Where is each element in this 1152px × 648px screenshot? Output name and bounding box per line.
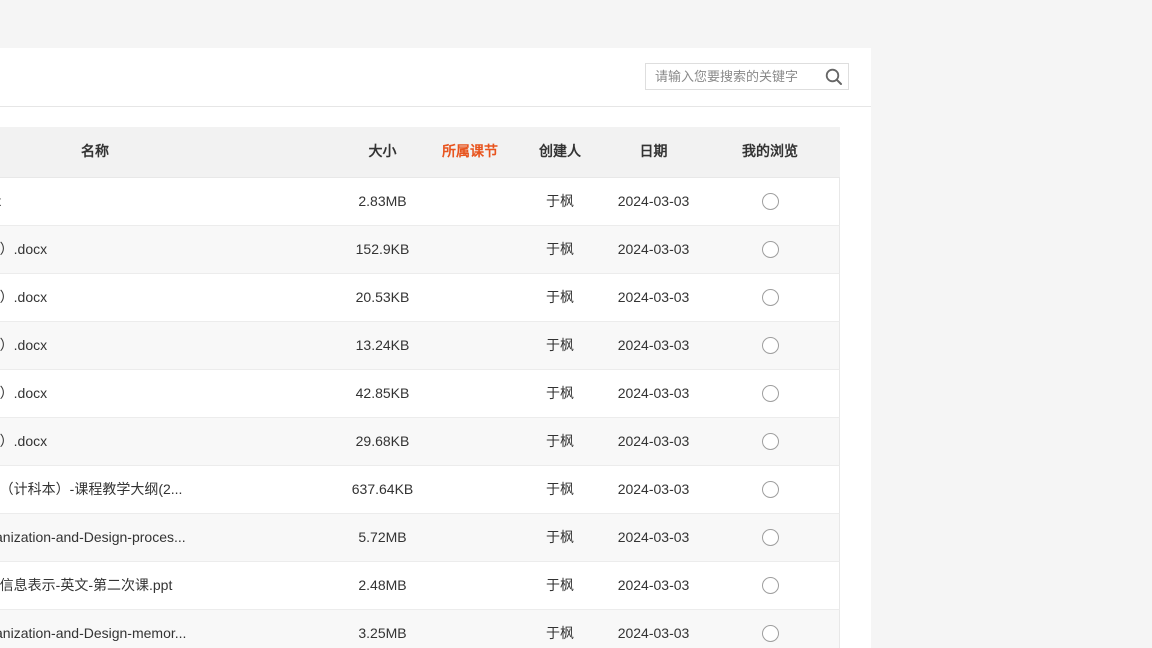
- file-name[interactable]: ...原理（计科本）-课程教学大纲(2...: [0, 466, 205, 514]
- view-radio[interactable]: [761, 576, 779, 594]
- file-lesson: [430, 562, 510, 610]
- view-cell: [720, 466, 820, 514]
- file-name[interactable]: ...docx: [0, 178, 205, 226]
- view-radio[interactable]: [761, 480, 779, 498]
- table-row: ...docx 2.83MB 于枫 2024-03-03: [0, 178, 840, 226]
- file-size: 2.83MB: [358, 193, 407, 209]
- table-row: ...整版）.docx 42.85KB 于枫 2024-03-03: [0, 370, 840, 418]
- column-header-date[interactable]: 日期: [600, 127, 707, 177]
- file-lesson: [430, 322, 510, 370]
- file-size: 29.68KB: [355, 433, 410, 449]
- file-name[interactable]: ...整版）.docx: [0, 418, 205, 466]
- file-creator: 于枫: [546, 289, 574, 305]
- column-header-size[interactable]: 大小: [335, 127, 430, 177]
- file-creator: 于枫: [546, 433, 574, 449]
- file-lesson: [430, 418, 510, 466]
- file-creator: 于枫: [546, 337, 574, 353]
- file-lesson: [430, 610, 510, 648]
- file-creator: 于枫: [546, 241, 574, 257]
- file-lesson: [430, 514, 510, 562]
- file-date: 2024-03-03: [617, 385, 690, 401]
- view-radio[interactable]: [761, 240, 779, 258]
- file-date: 2024-03-03: [617, 433, 690, 449]
- file-size: 152.9KB: [355, 241, 410, 257]
- search-box: [645, 63, 849, 90]
- file-size: 20.53KB: [355, 289, 410, 305]
- view-cell: [720, 274, 820, 322]
- view-radio[interactable]: [761, 624, 779, 642]
- file-date: 2024-03-03: [617, 289, 690, 305]
- file-creator: 于枫: [546, 625, 574, 641]
- file-date: 2024-03-03: [617, 481, 690, 497]
- file-size: 13.24KB: [355, 337, 410, 353]
- file-date: 2024-03-03: [617, 625, 690, 641]
- file-name[interactable]: ...整版）.docx: [0, 370, 205, 418]
- file-creator: 于枫: [546, 385, 574, 401]
- file-list-panel: 名称 大小 所属课节 创建人 日期 我的浏览 ...docx 2.83MB 于枫 20…: [0, 48, 871, 648]
- table-row: ...机的信息表示-英文-第二次课.ppt 2.48MB 于枫 2024-03-03: [0, 562, 840, 610]
- view-cell: [720, 562, 820, 610]
- view-cell: [720, 514, 820, 562]
- file-creator: 于枫: [546, 577, 574, 593]
- file-creator: 于枫: [546, 481, 574, 497]
- file-size: 637.64KB: [351, 481, 414, 497]
- table-row: ...整版）.docx 20.53KB 于枫 2024-03-03: [0, 274, 840, 322]
- file-name[interactable]: ...Organization-and-Design-proces...: [0, 514, 205, 562]
- column-header-lesson[interactable]: 所属课节: [430, 127, 510, 177]
- file-size: 42.85KB: [355, 385, 410, 401]
- file-date: 2024-03-03: [617, 241, 690, 257]
- file-name[interactable]: ...整版）.docx: [0, 226, 205, 274]
- view-cell: [720, 226, 820, 274]
- file-date: 2024-03-03: [617, 193, 690, 209]
- view-radio[interactable]: [761, 528, 779, 546]
- table-row: ...整版）.docx 152.9KB 于枫 2024-03-03: [0, 226, 840, 274]
- file-name[interactable]: ...Organization-and-Design-memor...: [0, 610, 205, 648]
- view-cell: [720, 178, 820, 226]
- column-header-creator[interactable]: 创建人: [520, 127, 600, 177]
- table-row: ...原理（计科本）-课程教学大纲(2... 637.64KB 于枫 2024-03-…: [0, 466, 840, 514]
- view-radio[interactable]: [761, 336, 779, 354]
- file-table: 名称 大小 所属课节 创建人 日期 我的浏览 ...docx 2.83MB 于枫 20…: [0, 127, 840, 648]
- file-date: 2024-03-03: [617, 337, 690, 353]
- view-radio[interactable]: [761, 384, 779, 402]
- search-input[interactable]: [646, 64, 827, 89]
- file-size: 2.48MB: [358, 577, 407, 593]
- file-date: 2024-03-03: [617, 529, 690, 545]
- view-radio[interactable]: [761, 288, 779, 306]
- table-body: ...docx 2.83MB 于枫 2024-03-03 ...整版）.docx 152.…: [0, 178, 840, 648]
- column-header-name[interactable]: 名称: [0, 127, 230, 177]
- view-cell: [720, 370, 820, 418]
- file-date: 2024-03-03: [617, 577, 690, 593]
- file-lesson: [430, 178, 510, 226]
- file-lesson: [430, 274, 510, 322]
- view-radio[interactable]: [761, 432, 779, 450]
- file-name[interactable]: ...整版）.docx: [0, 274, 205, 322]
- file-creator: 于枫: [546, 529, 574, 545]
- file-lesson: [430, 226, 510, 274]
- file-size: 3.25MB: [358, 625, 407, 641]
- view-cell: [720, 610, 820, 648]
- table-row: ...Organization-and-Design-memor... 3.25M…: [0, 610, 840, 648]
- view-radio[interactable]: [761, 192, 779, 210]
- file-lesson: [430, 370, 510, 418]
- table-row: ...整版）.docx 13.24KB 于枫 2024-03-03: [0, 322, 840, 370]
- search-icon[interactable]: [824, 67, 844, 87]
- file-lesson: [430, 466, 510, 514]
- table-row: ...整版）.docx 29.68KB 于枫 2024-03-03: [0, 418, 840, 466]
- view-cell: [720, 418, 820, 466]
- file-creator: 于枫: [546, 193, 574, 209]
- table-row: ...Organization-and-Design-proces... 5.72…: [0, 514, 840, 562]
- file-name[interactable]: ...机的信息表示-英文-第二次课.ppt: [0, 562, 205, 610]
- table-header: 名称 大小 所属课节 创建人 日期 我的浏览: [0, 127, 840, 178]
- column-header-view[interactable]: 我的浏览: [720, 127, 820, 177]
- view-cell: [720, 322, 820, 370]
- toolbar: [0, 48, 871, 107]
- file-size: 5.72MB: [358, 529, 407, 545]
- file-name[interactable]: ...整版）.docx: [0, 322, 205, 370]
